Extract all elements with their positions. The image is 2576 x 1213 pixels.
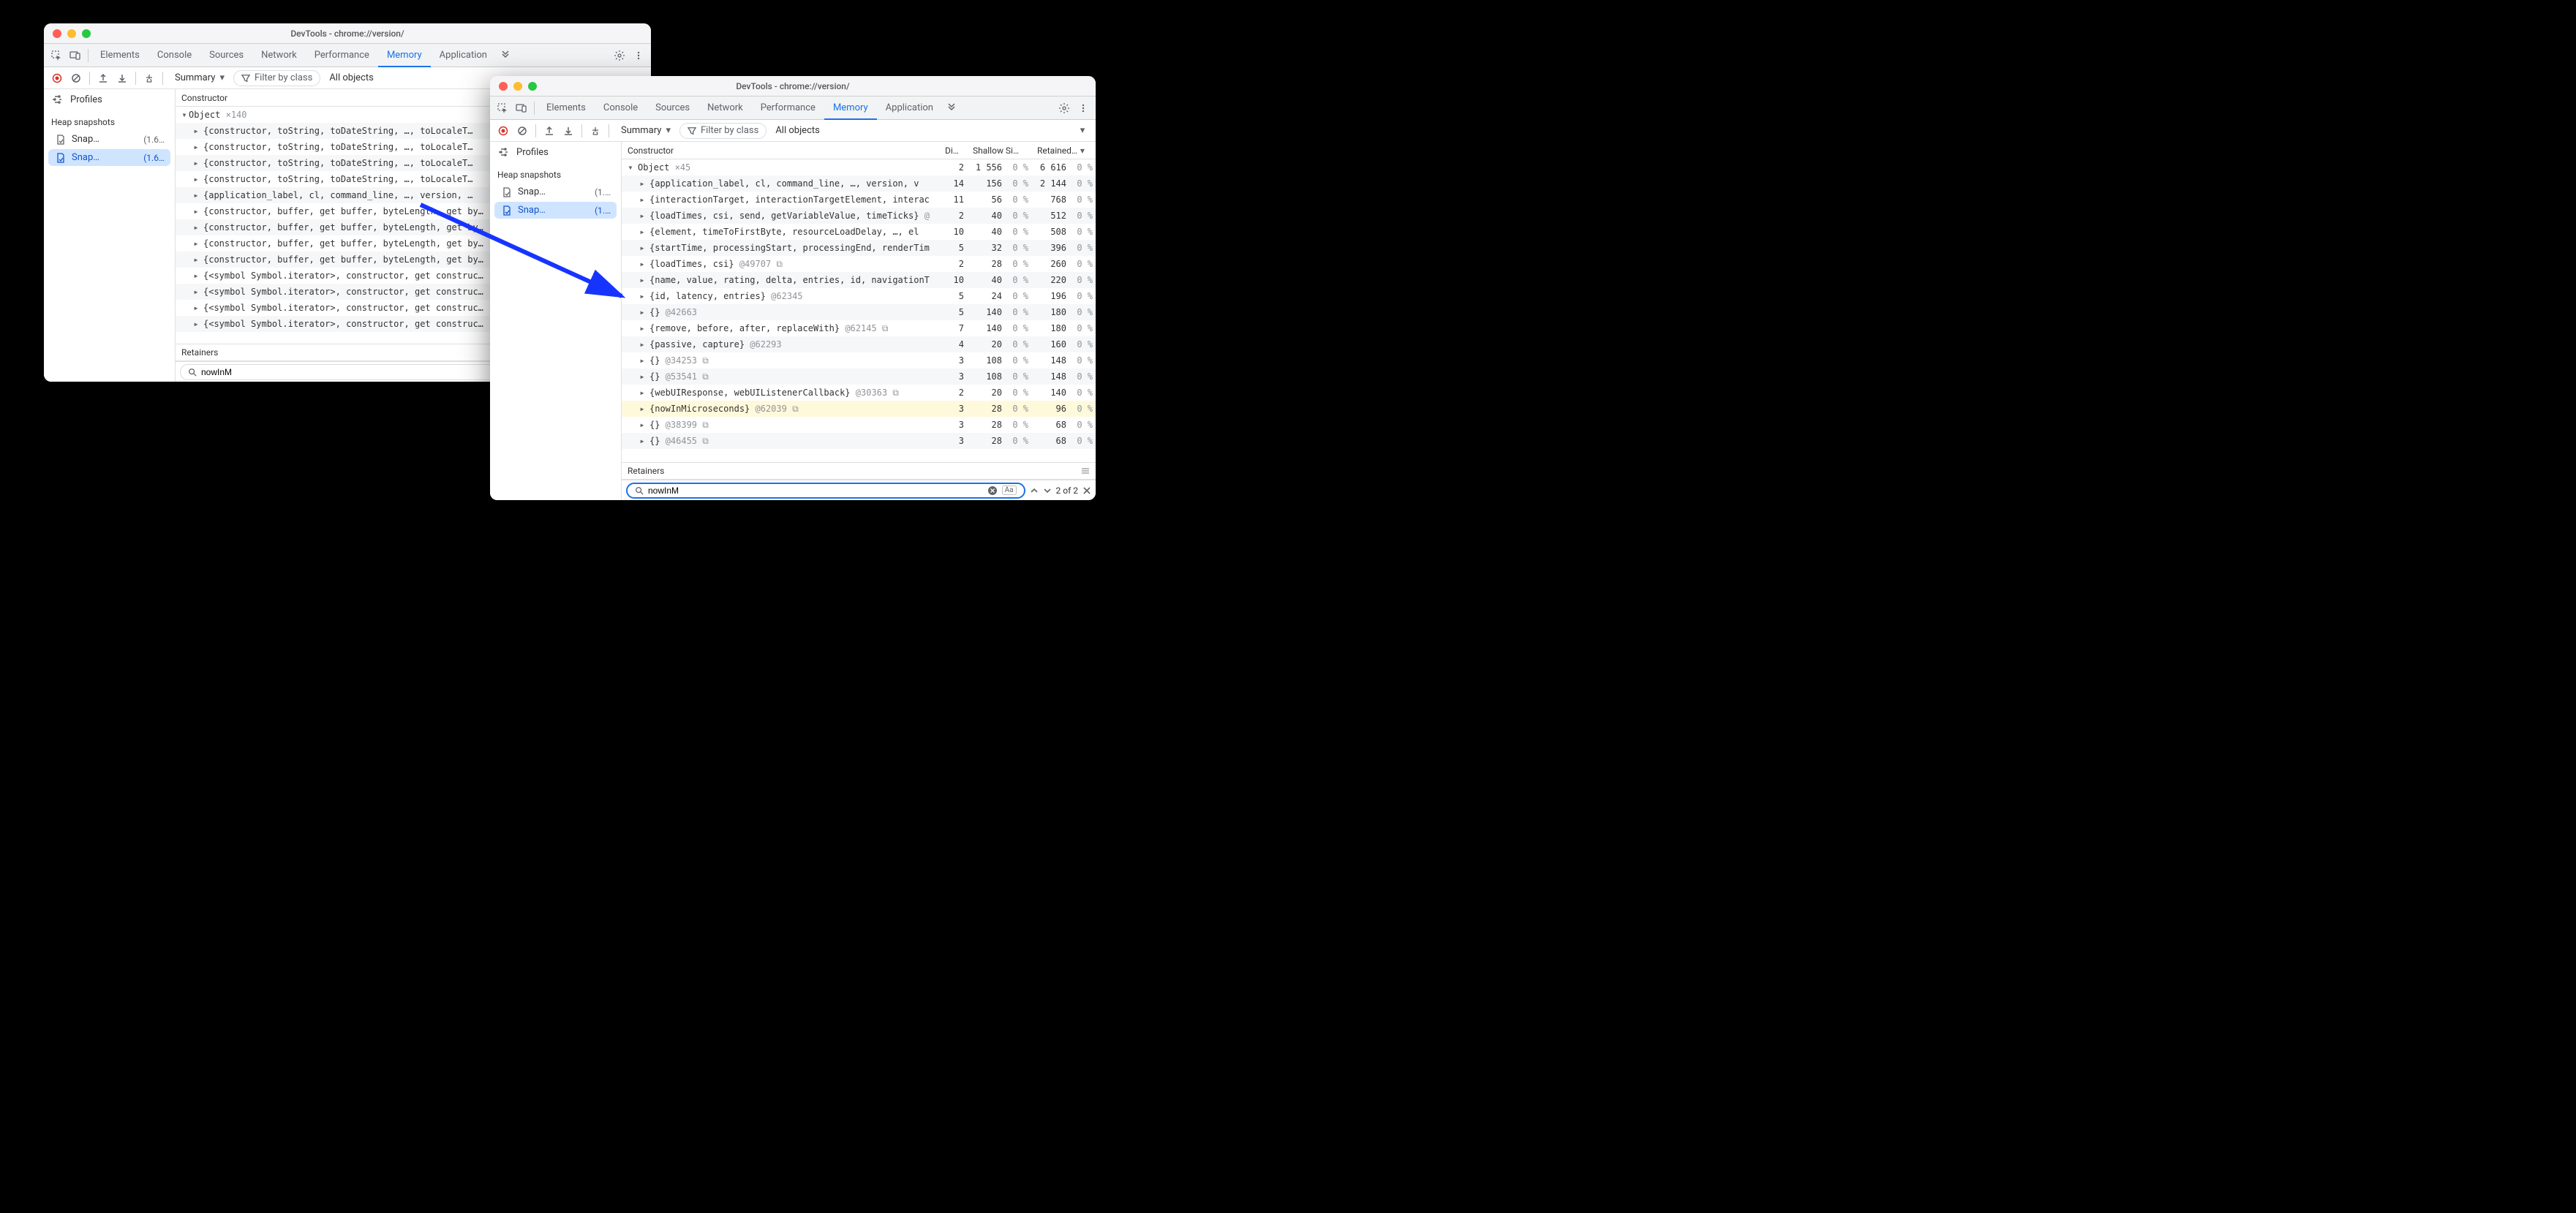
clear-icon[interactable]	[67, 69, 85, 87]
gc-icon[interactable]	[140, 69, 158, 87]
retainers-header[interactable]: Retainers	[622, 462, 1096, 480]
fullscreen-icon[interactable]	[82, 29, 91, 38]
tree-row[interactable]: ▸{} @46455 ⧉3280 %680 %	[622, 433, 1096, 449]
tree-row[interactable]: ▸{} @53541 ⧉31080 %1480 %	[622, 369, 1096, 385]
gc-icon[interactable]	[587, 122, 604, 140]
snapshot-item[interactable]: Snap… (1.6…	[48, 131, 170, 148]
close-icon[interactable]	[499, 82, 508, 91]
tab-elements[interactable]: Elements	[538, 97, 595, 119]
prev-match-icon[interactable]	[1030, 486, 1039, 495]
export-icon[interactable]	[94, 69, 112, 87]
view-mode-select[interactable]: Summary▾	[614, 122, 678, 140]
tree-row[interactable]: ▸{} @34253 ⧉31080 %1480 %	[622, 352, 1096, 369]
view-mode-select[interactable]: Summary▾	[167, 69, 232, 87]
tab-application[interactable]: Application	[431, 44, 496, 67]
more-tabs-icon[interactable]	[496, 46, 515, 65]
tab-application[interactable]: Application	[877, 97, 942, 119]
memory-toolbar: Summary▾ Filter by class All objects ▾	[490, 120, 1096, 142]
gear-icon[interactable]	[1055, 99, 1074, 118]
next-match-icon[interactable]	[1043, 486, 1052, 495]
tab-memory[interactable]: Memory	[378, 45, 431, 67]
col-retained[interactable]: Retained…▾	[1031, 146, 1096, 156]
more-tabs-icon[interactable]	[942, 99, 961, 118]
gear-icon[interactable]	[610, 46, 629, 65]
tab-network[interactable]: Network	[252, 44, 306, 67]
tree-row[interactable]: ▸{application_label, cl, command_line, ……	[622, 175, 1096, 192]
window-title: DevTools - chrome://version/	[490, 81, 1096, 91]
snapshot-item[interactable]: Snap… (1.6…	[48, 149, 170, 166]
match-case-toggle[interactable]: Aa	[1002, 485, 1017, 495]
record-icon[interactable]	[48, 69, 66, 87]
filter-class-input[interactable]: Filter by class	[233, 70, 320, 86]
inspect-icon[interactable]	[47, 46, 66, 65]
tab-memory[interactable]: Memory	[824, 97, 877, 120]
filter-class-input[interactable]: Filter by class	[679, 123, 767, 139]
heap-heading: Heap snapshots	[44, 110, 175, 130]
kebab-icon[interactable]	[1074, 99, 1093, 118]
objects-filter[interactable]: All objects	[322, 70, 381, 86]
tabs-bar: Elements Console Sources Network Perform…	[490, 97, 1096, 120]
inspect-icon[interactable]	[493, 99, 512, 118]
tree-row[interactable]: ▸{name, value, rating, delta, entries, i…	[622, 272, 1096, 288]
tab-performance[interactable]: Performance	[752, 97, 824, 119]
clear-search-icon[interactable]	[987, 485, 998, 496]
profiles-button[interactable]: Profiles	[44, 89, 175, 110]
search-field[interactable]	[648, 485, 983, 496]
titlebar: DevTools - chrome://version/	[44, 23, 651, 44]
titlebar: DevTools - chrome://version/	[490, 76, 1096, 97]
objects-filter[interactable]: All objects	[768, 123, 827, 139]
device-icon[interactable]	[66, 46, 85, 65]
col-shallow[interactable]: Shallow Si…	[967, 146, 1031, 156]
fullscreen-icon[interactable]	[528, 82, 537, 91]
tabs-bar: Elements Console Sources Network Perform…	[44, 44, 651, 67]
sidebar: Profiles Heap snapshots Snap… (1.6… Snap…	[44, 89, 176, 382]
tree-row[interactable]: ▸{element, timeToFirstByte, resourceLoad…	[622, 224, 1096, 240]
object-tree[interactable]: ▾ Object ×45 2 1 556 0 % 6 616 0 % ▸{app…	[622, 159, 1096, 462]
minimize-icon[interactable]	[67, 29, 76, 38]
tab-console[interactable]: Console	[148, 44, 200, 67]
tab-sources[interactable]: Sources	[200, 44, 252, 67]
tab-network[interactable]: Network	[698, 97, 752, 119]
snapshot-item[interactable]: Snap… (1.…	[494, 184, 617, 200]
tab-elements[interactable]: Elements	[91, 44, 148, 67]
tree-row[interactable]: ▸{id, latency, entries} @623455240 %1960…	[622, 288, 1096, 304]
heap-heading: Heap snapshots	[490, 162, 621, 183]
close-icon[interactable]	[53, 29, 61, 38]
col-distance[interactable]: Di…	[939, 146, 967, 156]
tree-row[interactable]: ▸{remove, before, after, replaceWith} @6…	[622, 320, 1096, 336]
column-headers: Constructor Di… Shallow Si… Retained…▾	[622, 142, 1096, 159]
kebab-icon[interactable]	[629, 46, 648, 65]
clear-icon[interactable]	[513, 122, 531, 140]
profiles-button[interactable]: Profiles	[490, 142, 621, 162]
sidebar: Profiles Heap snapshots Snap… (1.… Snap……	[490, 142, 622, 500]
tree-row[interactable]: ▸{startTime, processingStart, processing…	[622, 240, 1096, 256]
tab-console[interactable]: Console	[595, 97, 647, 119]
tree-row[interactable]: ▸{} @4266351400 %1800 %	[622, 304, 1096, 320]
search-input[interactable]: Aa	[626, 483, 1025, 499]
export-icon[interactable]	[541, 122, 558, 140]
tab-performance[interactable]: Performance	[306, 44, 378, 67]
menu-icon[interactable]	[1081, 467, 1090, 475]
import-icon[interactable]	[560, 122, 577, 140]
tree-row[interactable]: ▸{} @38399 ⧉3280 %680 %	[622, 417, 1096, 433]
record-icon[interactable]	[494, 122, 512, 140]
tree-row[interactable]: ▸{loadTimes, csi} @49707 ⧉2280 %2600 %	[622, 256, 1096, 272]
tab-sources[interactable]: Sources	[647, 97, 698, 119]
device-icon[interactable]	[512, 99, 531, 118]
match-count: 2 of 2	[1056, 485, 1078, 496]
close-search-icon[interactable]	[1082, 486, 1091, 495]
chevron-down-icon[interactable]: ▾	[1074, 122, 1091, 140]
import-icon[interactable]	[113, 69, 131, 87]
tree-row[interactable]: ▸{interactionTarget, interactionTargetEl…	[622, 192, 1096, 208]
tree-row[interactable]: ▸{loadTimes, csi, send, getVariableValue…	[622, 208, 1096, 224]
minimize-icon[interactable]	[513, 82, 522, 91]
tree-row[interactable]: ▸{webUIResponse, webUIListenerCallback} …	[622, 385, 1096, 401]
tree-row[interactable]: ▸{passive, capture} @622934200 %1600 %	[622, 336, 1096, 352]
col-constructor[interactable]: Constructor	[622, 146, 939, 156]
snapshot-item[interactable]: Snap… (1.…	[494, 202, 617, 219]
window-title: DevTools - chrome://version/	[44, 29, 651, 39]
tree-row[interactable]: ▸{nowInMicroseconds} @62039 ⧉3280 %960 %	[622, 401, 1096, 417]
search-bar: Aa 2 of 2	[622, 480, 1096, 500]
tree-root[interactable]: ▾ Object ×45 2 1 556 0 % 6 616 0 %	[622, 159, 1096, 175]
